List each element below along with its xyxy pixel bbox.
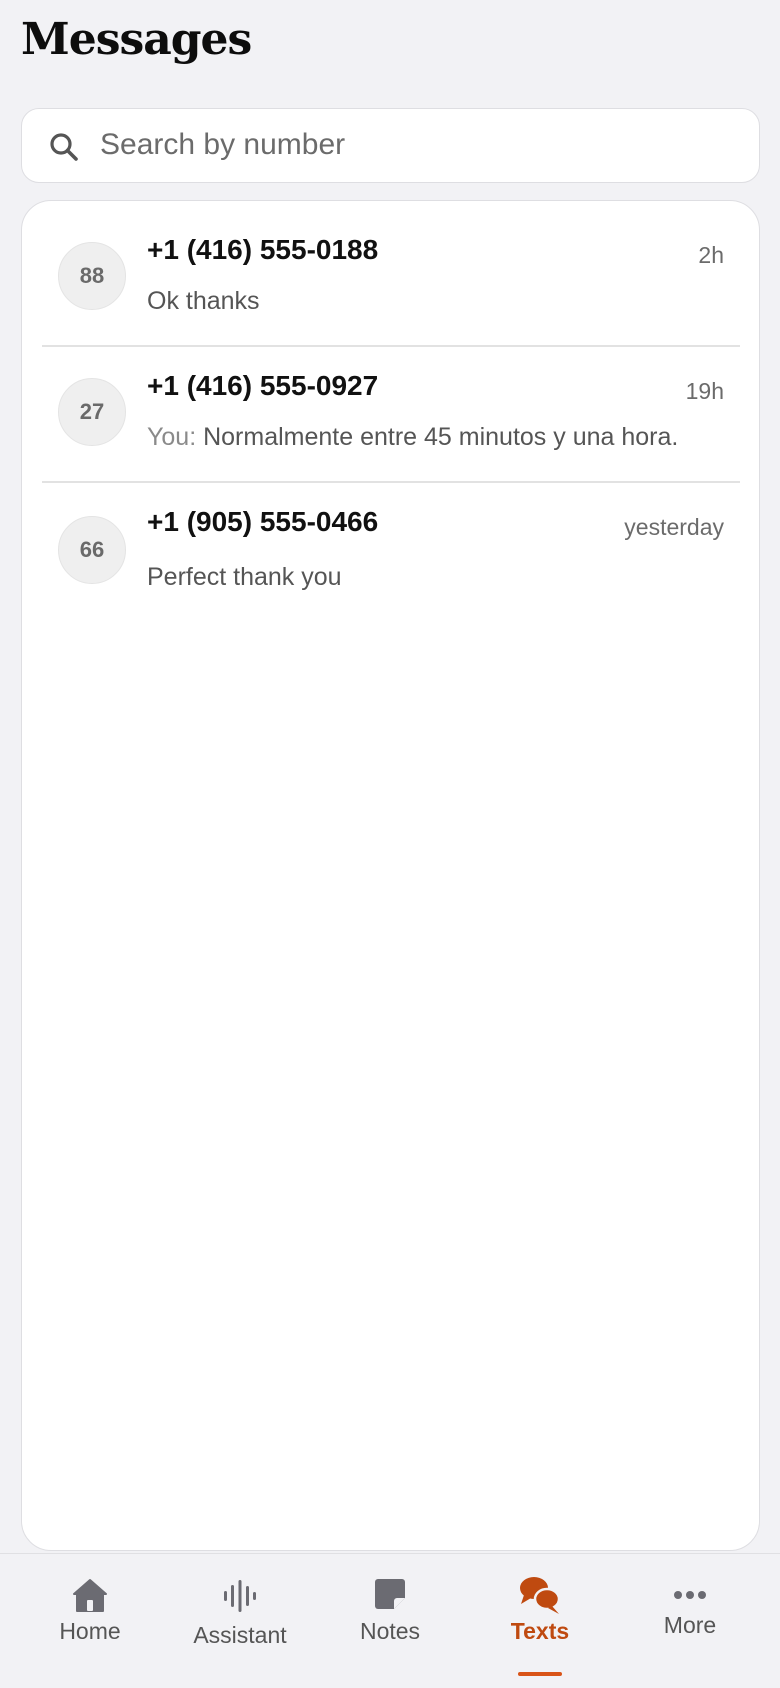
sender-prefix: You: [147,423,204,451]
tab-texts[interactable]: Texts [465,1554,615,1688]
search-bar[interactable] [21,108,760,183]
tab-label: Assistant [193,1622,287,1648]
avatar: 66 [58,516,126,584]
contact-number: +1 (416) 555-0927 [147,370,379,401]
message-preview: Ok thanks [147,287,260,316]
active-tab-indicator [518,1672,562,1676]
conversation-row[interactable]: 66 +1 (905) 555-0466 yesterday Perfect t… [22,473,759,609]
chat-bubbles-icon [520,1577,561,1614]
bottom-tab-bar: Home Assistant Notes Texts More [0,1553,780,1688]
timestamp: 2h [698,242,724,268]
tab-more[interactable]: More [615,1554,765,1688]
avatar: 27 [58,378,126,446]
contact-number: +1 (416) 555-0188 [147,234,379,265]
tab-label: Notes [359,1618,421,1644]
message-text: Perfect thank you [147,563,342,591]
search-icon [50,133,78,161]
waveform-icon [224,1580,256,1612]
message-preview: You: Normalmente entre 45 minutos y una … [147,423,678,452]
more-dots-icon [674,1591,706,1599]
tab-label: More [663,1612,717,1638]
tab-label: Home [59,1618,121,1644]
timestamp: yesterday [624,514,724,540]
avatar: 88 [58,242,126,310]
messages-screen: Messages 88 +1 (416) 555-0188 2h Ok than… [0,0,780,1688]
message-text: Ok thanks [147,287,260,315]
page-title: Messages [21,14,252,65]
timestamp: 19h [685,378,724,404]
tab-assistant[interactable]: Assistant [165,1554,315,1688]
conversation-list: 88 +1 (416) 555-0188 2h Ok thanks 27 +1 … [21,200,760,1551]
contact-number: +1 (905) 555-0466 [147,506,379,537]
home-icon [73,1579,107,1612]
tab-notes[interactable]: Notes [315,1554,465,1688]
note-icon [375,1579,405,1609]
message-preview: Perfect thank you [147,563,342,592]
tab-home[interactable]: Home [15,1554,165,1688]
conversation-row[interactable]: 27 +1 (416) 555-0927 19h You: Normalment… [22,337,759,473]
search-input[interactable] [100,109,740,181]
conversation-row[interactable]: 88 +1 (416) 555-0188 2h Ok thanks [22,201,759,337]
tab-label: Texts [510,1618,570,1644]
message-text: Normalmente entre 45 minutos y una hora. [203,423,679,451]
